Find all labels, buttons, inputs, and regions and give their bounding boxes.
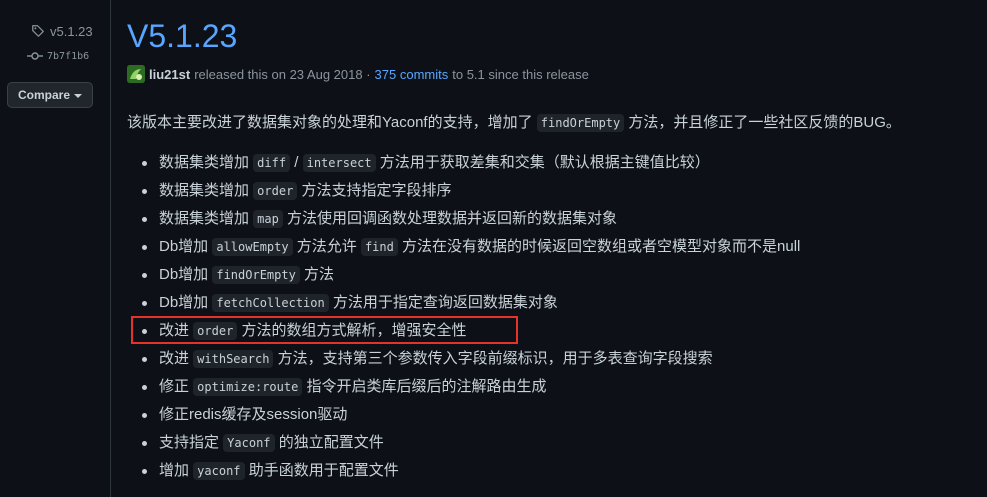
- change-item: 修正 optimize:route 指令开启类库后缀后的注解路由生成: [139, 373, 800, 401]
- intro-text: 方法，并且修正了一些社区反馈的BUG。: [628, 114, 901, 131]
- change-text: Db增加: [159, 294, 213, 311]
- change-text: 方法，支持第三个参数传入字段前缀标识，用于多表查询字段搜索: [273, 350, 713, 367]
- inline-code: withSearch: [193, 350, 274, 368]
- release-sidebar: v5.1.23 7b7f1b6 Compare: [0, 0, 111, 497]
- since-text: to 5.1 since this release: [452, 66, 589, 82]
- release-title[interactable]: V5.1.23: [127, 16, 237, 56]
- chevron-down-icon: [74, 94, 82, 98]
- change-item: 修正redis缓存及session驱动: [139, 401, 800, 429]
- change-item: 数据集类增加 diff / intersect 方法用于获取差集和交集（默认根据…: [139, 149, 800, 177]
- change-item: 数据集类增加 map 方法使用回调函数处理数据并返回新的数据集对象: [139, 205, 800, 233]
- change-text: 方法在没有数据的时候返回空数组或者空模型对象而不是null: [397, 238, 801, 255]
- inline-code: map: [253, 210, 283, 228]
- tag-link[interactable]: v5.1.23: [31, 22, 93, 40]
- change-list: 数据集类增加 diff / intersect 方法用于获取差集和交集（默认根据…: [139, 149, 800, 485]
- change-text: 的独立配置文件: [274, 434, 384, 451]
- author-link[interactable]: liu21st: [149, 67, 190, 82]
- change-text: 改进: [159, 322, 194, 339]
- release-meta: liu21st released this on 23 Aug 2018 · 3…: [127, 64, 589, 84]
- change-text: 方法用于获取差集和交集（默认根据主键值比较）: [375, 154, 710, 171]
- change-text: Db增加: [159, 238, 213, 255]
- change-text: 修正: [159, 378, 194, 395]
- change-text: 支持指定: [159, 434, 224, 451]
- tag-icon: [32, 25, 44, 37]
- change-item: 增加 yaconf 助手函数用于配置文件: [139, 457, 800, 485]
- change-item: 支持指定 Yaconf 的独立配置文件: [139, 429, 800, 457]
- inline-code: optimize:route: [193, 378, 303, 396]
- release-intro: 该版本主要改进了数据集对象的处理和Yaconf的支持，增加了 findOrEmp…: [127, 112, 901, 134]
- change-text: 改进: [159, 350, 194, 367]
- compare-label: Compare: [17, 88, 70, 102]
- commit-link[interactable]: 7b7f1b6: [27, 48, 89, 64]
- commits-link[interactable]: 375 commits: [375, 67, 449, 82]
- change-text: 方法允许: [292, 238, 361, 255]
- change-text: 方法使用回调函数处理数据并返回新的数据集对象: [282, 210, 618, 227]
- inline-code: yaconf: [193, 462, 245, 480]
- change-text: Db增加: [159, 266, 213, 283]
- change-item: 改进 withSearch 方法，支持第三个参数传入字段前缀标识，用于多表查询字…: [139, 345, 800, 373]
- inline-code: intersect: [302, 154, 376, 172]
- inline-code: allowEmpty: [212, 238, 293, 256]
- inline-code: fetchCollection: [212, 294, 329, 312]
- inline-code: order: [193, 322, 238, 340]
- released-text: released this on 23 Aug 2018 ·: [194, 66, 371, 82]
- commit-sha: 7b7f1b6: [47, 50, 90, 62]
- change-item: Db增加 allowEmpty 方法允许 find 方法在没有数据的时候返回空数…: [139, 233, 800, 261]
- change-text: 增加: [159, 462, 194, 479]
- inline-code: diff: [253, 154, 291, 172]
- avatar[interactable]: [127, 65, 145, 83]
- change-text: 数据集类增加: [159, 210, 254, 227]
- change-item: 数据集类增加 order 方法支持指定字段排序: [139, 177, 800, 205]
- change-text: 数据集类增加: [159, 182, 254, 199]
- change-text: 助手函数用于配置文件: [244, 462, 399, 479]
- change-text: 方法: [299, 266, 334, 283]
- compare-button[interactable]: Compare: [7, 82, 93, 108]
- change-text: 方法支持指定字段排序: [297, 182, 452, 199]
- inline-code: order: [253, 182, 298, 200]
- change-text: 修正redis缓存及session驱动: [159, 406, 348, 423]
- change-text: /: [290, 154, 303, 171]
- inline-code: find: [360, 238, 398, 256]
- release-body: V5.1.23 liu21st released this on 23 Aug …: [127, 0, 987, 497]
- change-item: 改进 order 方法的数组方式解析，增强安全性: [139, 317, 800, 345]
- intro-text: 该版本主要改进了数据集对象的处理和Yaconf的支持，增加了: [127, 114, 533, 131]
- change-text: 方法的数组方式解析，增强安全性: [237, 322, 467, 339]
- change-text: 方法用于指定查询返回数据集对象: [328, 294, 558, 311]
- inline-code: Yaconf: [223, 434, 275, 452]
- change-item: Db增加 fetchCollection 方法用于指定查询返回数据集对象: [139, 289, 800, 317]
- change-text: 指令开启类库后缀后的注解路由生成: [302, 378, 547, 395]
- commit-icon: [27, 52, 43, 60]
- inline-code: findOrEmpty: [536, 114, 625, 132]
- change-text: 数据集类增加: [159, 154, 254, 171]
- inline-code: findOrEmpty: [212, 266, 300, 284]
- tag-label: v5.1.23: [50, 23, 93, 39]
- change-item: Db增加 findOrEmpty 方法: [139, 261, 800, 289]
